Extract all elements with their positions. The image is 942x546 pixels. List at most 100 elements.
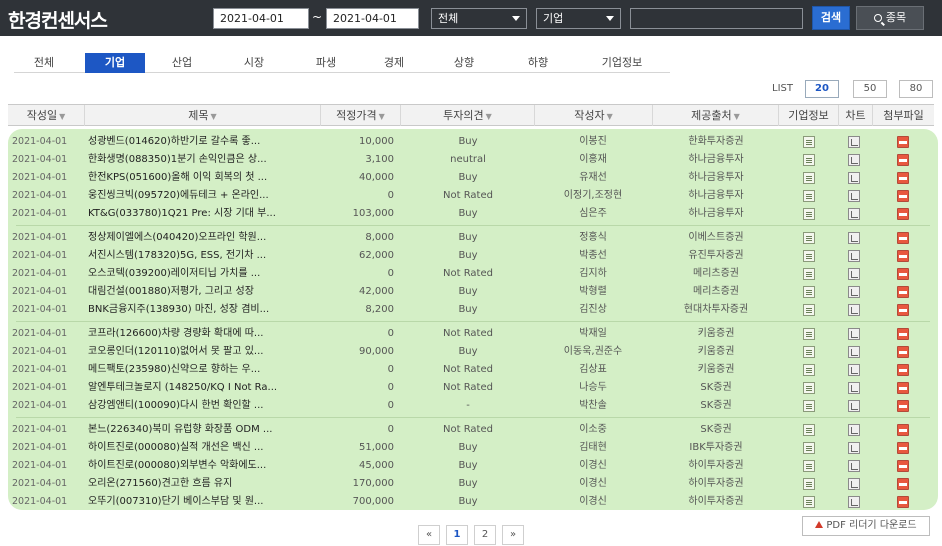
row-title-link[interactable]: 하이트진로(000080)외부변수 악화에도... (88, 457, 318, 475)
document-icon[interactable] (803, 382, 815, 394)
row-title-link[interactable]: 코프라(126600)차량 경량화 확대에 따... (88, 325, 318, 343)
row-title-link[interactable]: 정상제이엘에스(040420)오프라인 학원... (88, 229, 318, 247)
chart-icon[interactable] (848, 250, 860, 262)
table-row[interactable]: 2021-04-01 삼강엠앤티(100090)다시 한번 확인할 ... 0 - 박찬… (8, 397, 938, 415)
document-icon[interactable] (803, 136, 815, 148)
row-title-link[interactable]: 성광벤드(014620)하반기로 갈수록 좋... (88, 133, 318, 151)
row-title-link[interactable]: 삼강엠앤티(100090)다시 한번 확인할 ... (88, 397, 318, 415)
chart-icon[interactable] (848, 442, 860, 454)
document-icon[interactable] (803, 478, 815, 490)
pdf-icon[interactable] (897, 460, 909, 472)
table-row[interactable]: 2021-04-01 한전KPS(051600)올해 이익 회복의 첫 ... 40… (8, 169, 938, 187)
document-icon[interactable] (803, 400, 815, 412)
list-size-20[interactable]: 20 (805, 80, 839, 98)
pdf-icon[interactable] (897, 346, 909, 358)
pdf-icon[interactable] (897, 328, 909, 340)
chart-icon[interactable] (848, 172, 860, 184)
chart-icon[interactable] (848, 328, 860, 340)
page-2[interactable]: 2 (474, 525, 496, 545)
table-row[interactable]: 2021-04-01 코프라(126600)차량 경량화 확대에 따... 0 Not… (8, 325, 938, 343)
chart-icon[interactable] (848, 478, 860, 490)
chart-icon[interactable] (848, 496, 860, 508)
row-title-link[interactable]: KT&G(033780)1Q21 Pre: 시장 기대 부... (88, 205, 318, 223)
pdf-icon[interactable] (897, 424, 909, 436)
table-row[interactable]: 2021-04-01 대림건설(001880)저평가, 그리고 성장 42,000 B… (8, 283, 938, 301)
table-row[interactable]: 2021-04-01 하이트진로(000080)외부변수 악화에도... 45,00… (8, 457, 938, 475)
document-icon[interactable] (803, 304, 815, 316)
document-icon[interactable] (803, 496, 815, 508)
tab-market[interactable]: 시장 (224, 53, 284, 73)
tab-industry[interactable]: 산업 (152, 53, 212, 73)
row-title-link[interactable]: 오스코텍(039200)레이저티닙 가치를 ... (88, 265, 318, 283)
row-title-link[interactable]: 알엔투테크놀로지 (148250/KQ I Not Ra... (88, 379, 318, 397)
document-icon[interactable] (803, 364, 815, 376)
date-from-input[interactable]: 2021-04-01 (213, 8, 309, 29)
last-page-button[interactable]: » (502, 525, 524, 545)
col-author[interactable]: 작성자 ▼ (534, 105, 652, 126)
tab-upgrade[interactable]: 상향 (434, 53, 494, 73)
document-icon[interactable] (803, 328, 815, 340)
pdf-icon[interactable] (897, 364, 909, 376)
row-title-link[interactable]: 오뚜기(007310)단기 베이스부담 및 원... (88, 493, 318, 511)
chart-icon[interactable] (848, 154, 860, 166)
table-row[interactable]: 2021-04-01 정상제이엘에스(040420)오프라인 학원... 8,000… (8, 229, 938, 247)
chart-icon[interactable] (848, 382, 860, 394)
tab-company[interactable]: 기업 (85, 53, 145, 73)
pdf-icon[interactable] (897, 442, 909, 454)
pdf-icon[interactable] (897, 400, 909, 412)
row-title-link[interactable]: 하이트진로(000080)실적 개선은 백신 ... (88, 439, 318, 457)
date-to-input[interactable]: 2021-04-01 (326, 8, 419, 29)
col-provider[interactable]: 제공출처 ▼ (652, 105, 778, 126)
table-row[interactable]: 2021-04-01 웅진씽크빅(095720)에듀테크 + 온라인... 0 Not… (8, 187, 938, 205)
search-button[interactable]: 검색 (812, 6, 850, 30)
col-date[interactable]: 작성일 ▼ (8, 105, 84, 126)
table-row[interactable]: 2021-04-01 본느(226340)북미 유럽향 화장품 ODM ... 0 N… (8, 421, 938, 439)
row-title-link[interactable]: 서진시스템(178320)5G, ESS, 전기차 ... (88, 247, 318, 265)
table-row[interactable]: 2021-04-01 오스코텍(039200)레이저티닙 가치를 ... 0 Not … (8, 265, 938, 283)
document-icon[interactable] (803, 460, 815, 472)
pdf-icon[interactable] (897, 286, 909, 298)
chart-icon[interactable] (848, 346, 860, 358)
chart-icon[interactable] (848, 190, 860, 202)
table-row[interactable]: 2021-04-01 하이트진로(000080)실적 개선은 백신 ... 51,0… (8, 439, 938, 457)
chart-icon[interactable] (848, 286, 860, 298)
brand-logo[interactable]: 한경컨센서스 (8, 6, 108, 33)
list-size-80[interactable]: 80 (899, 80, 933, 98)
col-price[interactable]: 적정가격 ▼ (320, 105, 400, 126)
tab-all[interactable]: 전체 (14, 53, 74, 73)
tab-derivatives[interactable]: 파생 (296, 53, 356, 73)
list-size-50[interactable]: 50 (853, 80, 887, 98)
row-title-link[interactable]: BNK금융지주(138930) 마진, 성장 겸비... (88, 301, 318, 319)
table-row[interactable]: 2021-04-01 서진시스템(178320)5G, ESS, 전기차 ... 6… (8, 247, 938, 265)
stock-list-button[interactable]: 종목 (856, 6, 924, 30)
chart-icon[interactable] (848, 364, 860, 376)
chart-icon[interactable] (848, 400, 860, 412)
pdf-icon[interactable] (897, 232, 909, 244)
document-icon[interactable] (803, 250, 815, 262)
document-icon[interactable] (803, 268, 815, 280)
document-icon[interactable] (803, 442, 815, 454)
table-row[interactable]: 2021-04-01 성광벤드(014620)하반기로 갈수록 좋... 10,00… (8, 133, 938, 151)
table-row[interactable]: 2021-04-01 알엔투테크놀로지 (148250/KQ I Not Ra..… (8, 379, 938, 397)
row-title-link[interactable]: 메드팩토(235980)신약으로 향하는 우... (88, 361, 318, 379)
row-title-link[interactable]: 웅진씽크빅(095720)에듀테크 + 온라인... (88, 187, 318, 205)
pdf-icon[interactable] (897, 304, 909, 316)
row-title-link[interactable]: 대림건설(001880)저평가, 그리고 성장 (88, 283, 318, 301)
row-title-link[interactable]: 코오롱인더(120110)없어서 못 팔고 있... (88, 343, 318, 361)
tab-company-info[interactable]: 기업정보 (582, 53, 662, 73)
row-title-link[interactable]: 본느(226340)북미 유럽향 화장품 ODM ... (88, 421, 318, 439)
row-title-link[interactable]: 오리온(271560)견고한 흐름 유지 (88, 475, 318, 493)
col-title[interactable]: 제목 ▼ (84, 105, 320, 126)
chart-icon[interactable] (848, 304, 860, 316)
row-title-link[interactable]: 한화생명(088350)1분기 손익인큼은 상... (88, 151, 318, 169)
document-icon[interactable] (803, 232, 815, 244)
chart-icon[interactable] (848, 460, 860, 472)
table-row[interactable]: 2021-04-01 BNK금융지주(138930) 마진, 성장 겸비... 8,… (8, 301, 938, 319)
pdf-icon[interactable] (897, 172, 909, 184)
pdf-icon[interactable] (897, 382, 909, 394)
document-icon[interactable] (803, 172, 815, 184)
document-icon[interactable] (803, 190, 815, 202)
row-title-link[interactable]: 한전KPS(051600)올해 이익 회복의 첫 ... (88, 169, 318, 187)
pdf-icon[interactable] (897, 250, 909, 262)
table-row[interactable]: 2021-04-01 KT&G(033780)1Q21 Pre: 시장 기대 부.… (8, 205, 938, 223)
